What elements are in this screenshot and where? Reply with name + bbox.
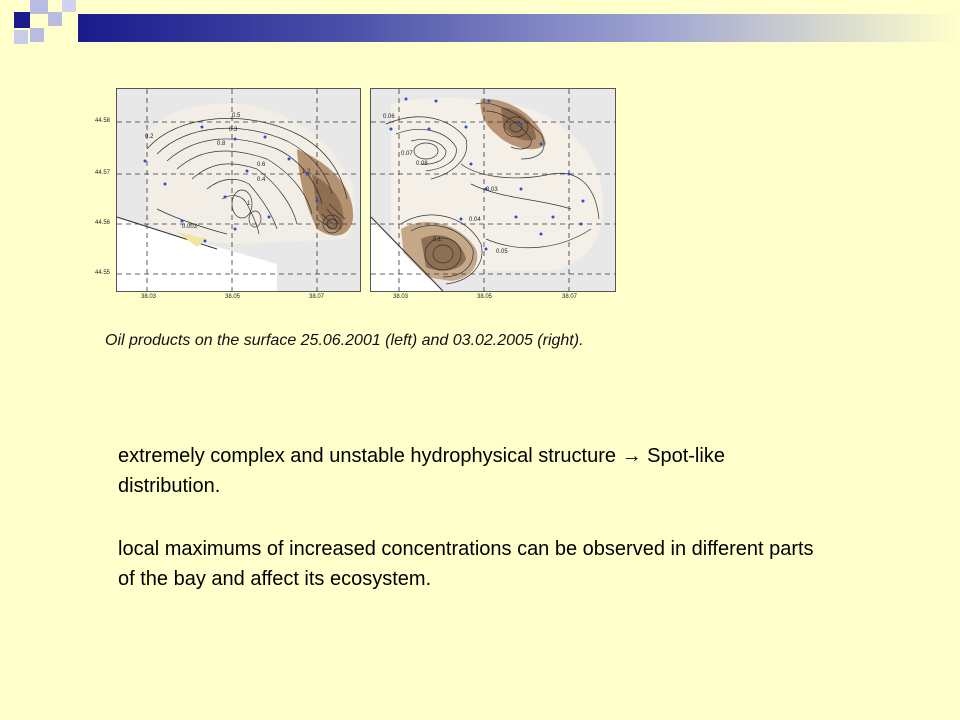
contour-label: 0.05 (496, 249, 508, 255)
x-tick: 38.05 (477, 294, 493, 300)
contour-label: 0.4 (257, 177, 266, 183)
bullet-point: extremely complex and unstable hydrophys… (118, 445, 725, 497)
contour-label: 0.07 (401, 151, 413, 157)
header-square-dark (14, 12, 30, 28)
header-square-light (48, 12, 62, 26)
x-tick: 38.03 (393, 294, 409, 300)
y-tick: 44.58 (95, 118, 111, 124)
x-tick: 38.07 (309, 294, 325, 300)
contour-label: 1 (247, 201, 251, 207)
header-gradient-bar (78, 14, 960, 42)
x-tick: 38.05 (225, 294, 241, 300)
left-contour-map: 44.58 44.57 44.56 44.55 38.03 38.05 38.0… (95, 88, 361, 300)
right-contour-map: 38.03 38.05 38.07 0.06 0.07 0.08 0.03 0.… (370, 88, 616, 300)
header-square-light (30, 28, 44, 42)
bullet-point: local maximums of increased concentratio… (118, 538, 814, 590)
x-tick: 38.07 (562, 294, 578, 300)
contour-label: 0.3 (229, 127, 238, 133)
contour-label: 0.003 (182, 224, 198, 230)
contour-label: 0.03 (486, 187, 498, 193)
contour-label: 0.04 (469, 217, 481, 223)
y-tick: 44.56 (95, 220, 111, 226)
contour-label: 0.1 (433, 237, 442, 243)
contour-label: 1.2 (302, 169, 311, 175)
header-square-light (62, 0, 76, 12)
y-tick: 44.57 (95, 170, 111, 176)
header-square-light (30, 0, 48, 14)
figure-caption: Oil products on the surface 25.06.2001 (… (105, 332, 584, 349)
y-tick: 44.55 (95, 270, 111, 276)
contour-label: 0.8 (217, 141, 226, 147)
contour-label: 0.5 (232, 113, 241, 119)
contour-label: 0.6 (257, 162, 266, 168)
contour-label: 0.06 (383, 114, 395, 120)
contour-label: 0.2 (145, 134, 154, 140)
x-tick: 38.03 (141, 294, 157, 300)
contour-label: 0.08 (416, 161, 428, 167)
header-square-dark (14, 30, 28, 44)
